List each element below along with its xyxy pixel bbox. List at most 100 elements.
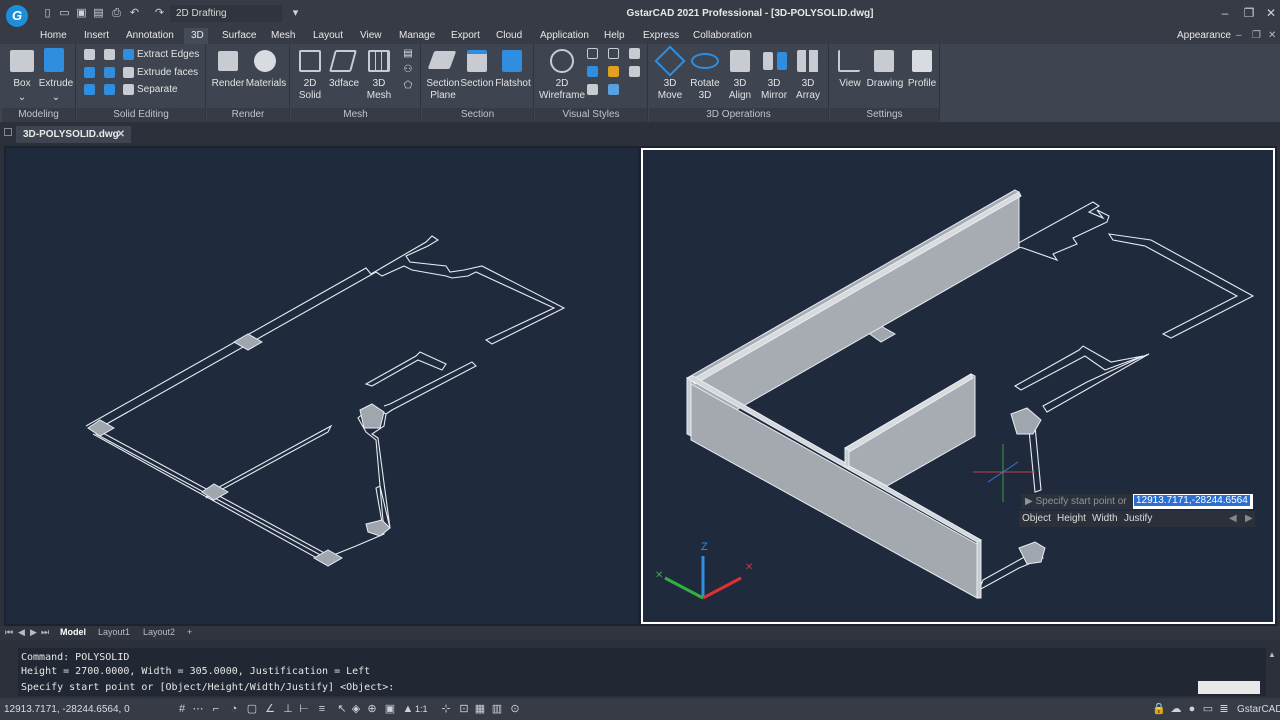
dyn-icon[interactable]: ⊢	[298, 703, 310, 715]
flatshot-button[interactable]: Flatshot	[494, 78, 532, 90]
union-icon[interactable]	[84, 49, 95, 60]
mesh-small-icon-2[interactable]: ⚇	[401, 64, 415, 76]
command-scroll-icon[interactable]: ▲	[1266, 650, 1278, 696]
tab-layout1[interactable]: Layout1	[98, 627, 130, 637]
wireframe-label-top[interactable]: 2D	[537, 78, 587, 90]
3dmesh-label-top[interactable]: 3D	[363, 78, 395, 90]
mesh-small-icon-1[interactable]: ▤	[401, 48, 415, 60]
tab-view[interactable]: View	[360, 30, 382, 41]
extrude-button[interactable]: Extrude	[38, 78, 74, 90]
menu-minimize-icon[interactable]: –	[1236, 30, 1242, 41]
tab-application[interactable]: Application	[540, 30, 589, 41]
style-sketchy-icon[interactable]	[587, 84, 598, 95]
file-tab[interactable]: 3D-POLYSOLID.dwg ✕	[16, 126, 131, 143]
app-logo[interactable]: G	[6, 5, 28, 27]
undo-icon[interactable]: ↶	[129, 8, 140, 19]
style-gray-icon[interactable]	[629, 66, 640, 77]
command-scrollbar[interactable]	[1198, 681, 1260, 694]
tab-help[interactable]: Help	[604, 30, 625, 41]
next-layout-icon[interactable]: ▶	[30, 627, 37, 638]
option-justify[interactable]: Justify	[1124, 513, 1152, 524]
customize-status-icon[interactable]: ≣	[1218, 703, 1230, 715]
mesh-small-icon-3[interactable]: ⬠	[401, 80, 415, 92]
viewport-icon[interactable]: ▣	[384, 703, 396, 715]
extract-edges-button[interactable]: Extract Edges	[137, 49, 199, 61]
tab-layout2[interactable]: Layout2	[143, 627, 175, 637]
lineweight-icon[interactable]: ≡	[316, 703, 328, 715]
ducs-icon[interactable]: ⊥	[282, 703, 294, 715]
prev-layout-icon[interactable]: ◀	[18, 627, 25, 638]
workspace-dropdown[interactable]: 2D Drafting	[170, 5, 282, 22]
annovisibility-icon[interactable]: ⊹	[440, 703, 452, 715]
rotate-3d-label-bottom[interactable]: 3D	[687, 90, 723, 102]
close-icon[interactable]: ✕	[1262, 6, 1280, 20]
tab-layout[interactable]: Layout	[313, 30, 343, 41]
customize-icon[interactable]: ▾	[290, 8, 301, 19]
interfere-icon[interactable]	[104, 67, 115, 78]
3d-array-label-bottom[interactable]: Array	[791, 90, 825, 102]
zoom-icon[interactable]: ⊕	[366, 703, 378, 715]
section-plane-label-top[interactable]: Section	[424, 78, 462, 90]
osnap-icon[interactable]: ▢	[246, 703, 258, 715]
coordinate-value[interactable]: 12913.7171,-28244.6564	[1134, 495, 1250, 506]
style-xray-icon[interactable]	[608, 84, 619, 95]
style-realistic-icon[interactable]	[608, 48, 619, 59]
option-object[interactable]: Object	[1022, 513, 1051, 524]
section-plane-label-bottom[interactable]: Plane	[424, 90, 462, 102]
3d-move-label-bottom[interactable]: Move	[653, 90, 687, 102]
tab-manage[interactable]: Manage	[399, 30, 435, 41]
3d-align-label-bottom[interactable]: Align	[723, 90, 757, 102]
box-button[interactable]: Box	[6, 78, 38, 90]
new-icon[interactable]: ▯	[42, 8, 53, 19]
tab-mesh[interactable]: Mesh	[271, 30, 295, 41]
tab-annotation[interactable]: Annotation	[126, 30, 174, 41]
style-hidden-icon[interactable]	[587, 48, 598, 59]
light-bulb-icon[interactable]: ●	[1186, 703, 1198, 715]
3d-mirror-label-bottom[interactable]: Mirror	[757, 90, 791, 102]
3dface-button[interactable]: 3dface	[327, 78, 361, 90]
tab-export[interactable]: Export	[451, 30, 480, 41]
command-window[interactable]: Command: POLYSOLID Height = 2700.0000, W…	[18, 648, 1266, 696]
options-prev-icon[interactable]: ◀	[1229, 513, 1237, 524]
tab-home[interactable]: Home	[40, 30, 67, 41]
dynamic-input-field[interactable]: 12913.7171,-28244.6564	[1133, 494, 1253, 509]
subtract-icon[interactable]	[104, 49, 115, 60]
3d-move-label-top[interactable]: 3D	[653, 78, 687, 90]
wireframe-label-bottom[interactable]: Wireframe	[537, 90, 587, 102]
3d-array-label-top[interactable]: 3D	[791, 78, 825, 90]
select-icon[interactable]: ↖	[336, 703, 348, 715]
polar-icon[interactable]: ◔	[228, 703, 240, 715]
3d-mirror-label-top[interactable]: 3D	[757, 78, 791, 90]
style-conceptual-icon[interactable]	[629, 48, 640, 59]
annotation-scale[interactable]: 1:1	[415, 704, 428, 714]
3dmesh-label-bottom[interactable]: Mesh	[363, 90, 395, 102]
clean-screen-icon[interactable]: ⊙	[509, 703, 521, 715]
appearance-menu[interactable]: Appearance	[1177, 30, 1231, 41]
open-icon[interactable]: ▭	[59, 8, 70, 19]
add-layout-button[interactable]: +	[187, 627, 192, 637]
auto-scale-icon[interactable]: ⊡	[458, 703, 470, 715]
solid2d-label-bottom[interactable]: Solid	[295, 90, 325, 102]
first-layout-icon[interactable]: ⏮	[5, 627, 13, 638]
command-prompt-line[interactable]: Specify start point or [Object/Height/Wi…	[21, 682, 394, 693]
restore-icon[interactable]: ❐	[1240, 6, 1258, 20]
grid-icon[interactable]: #	[176, 703, 188, 715]
style-shaded-edges-icon[interactable]	[608, 66, 619, 77]
option-height[interactable]: Height	[1057, 513, 1086, 524]
tab-collaboration[interactable]: Collaboration	[693, 30, 752, 41]
menu-close-icon[interactable]: ✕	[1268, 30, 1276, 41]
view-button[interactable]: View	[832, 78, 868, 90]
option-width[interactable]: Width	[1092, 513, 1118, 524]
otrack-icon[interactable]: ∠	[264, 703, 276, 715]
monitor-icon[interactable]: ▭	[1202, 703, 1214, 715]
3d-align-label-top[interactable]: 3D	[723, 78, 757, 90]
viewport-left[interactable]	[6, 148, 638, 624]
annotation-scale-icon[interactable]: ▲	[402, 703, 414, 715]
last-layout-icon[interactable]: ⏭	[41, 627, 49, 638]
intersect-icon[interactable]	[84, 67, 95, 78]
slice-icon[interactable]	[84, 84, 95, 95]
file-tab-menu-icon[interactable]	[4, 128, 12, 136]
viewport-right[interactable]: Z ✕ ✕	[641, 148, 1275, 624]
box-dropdown-icon[interactable]: ⌄	[16, 92, 28, 104]
render-button[interactable]: Render	[211, 78, 245, 90]
